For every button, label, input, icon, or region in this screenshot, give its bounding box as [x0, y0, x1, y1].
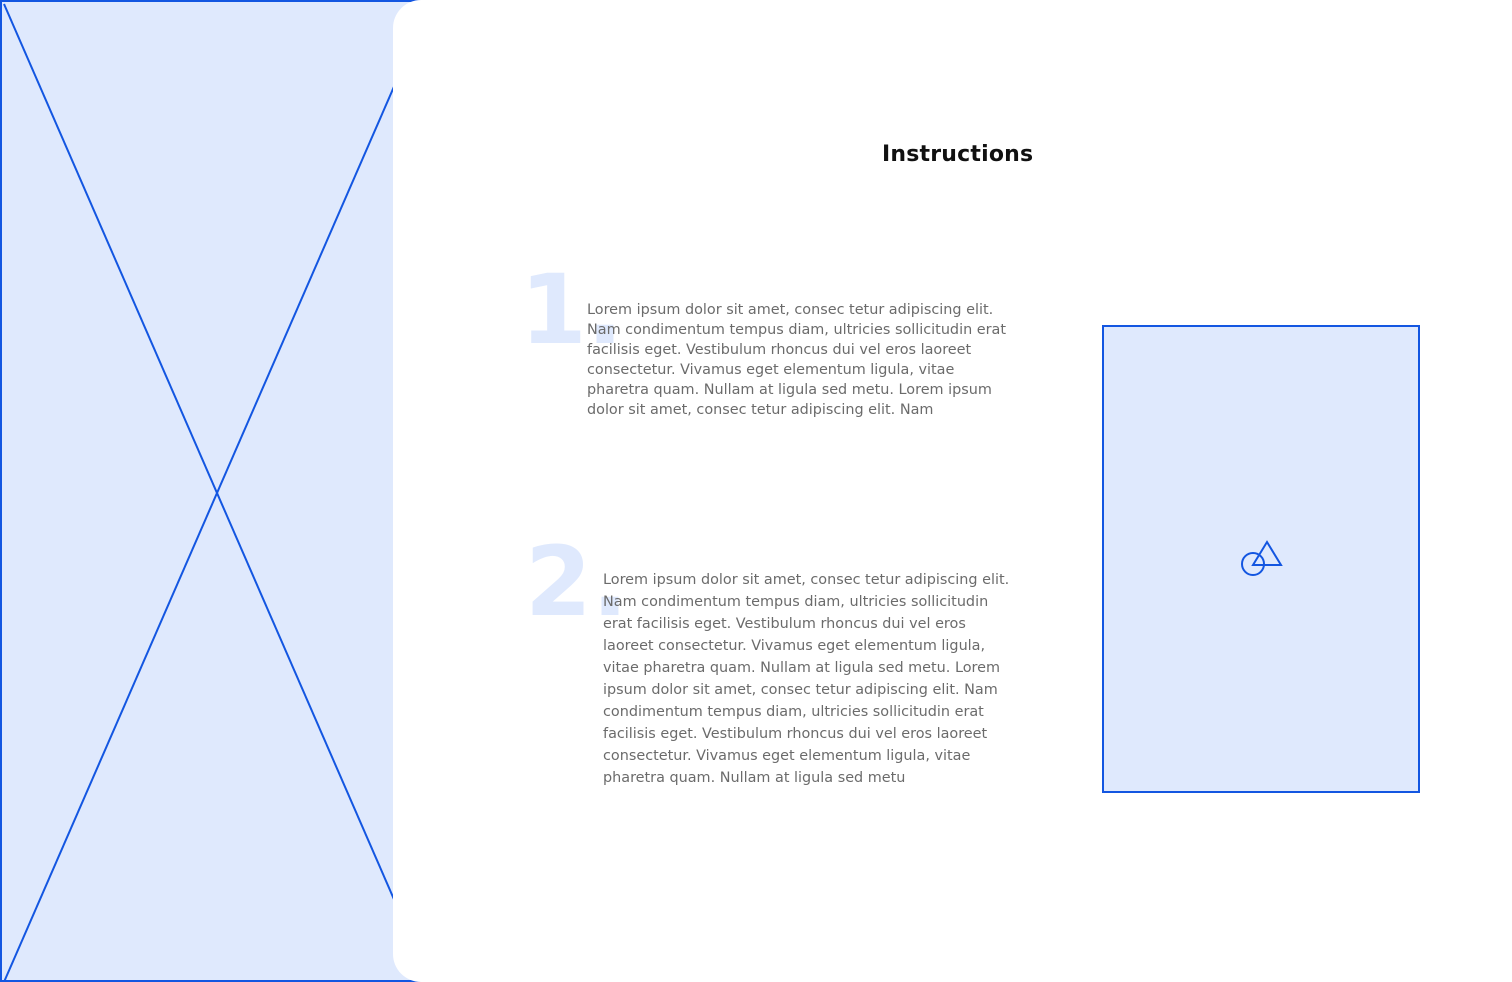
- page-title: Instructions: [882, 142, 1034, 167]
- image-placeholder-icon: [1241, 540, 1283, 576]
- step-text-1: Lorem ipsum dolor sit amet, consec tetur…: [587, 302, 1006, 418]
- step-text-2: Lorem ipsum dolor sit amet, consec tetur…: [603, 572, 1010, 786]
- placeholder-cross-lines: [3, 3, 431, 982]
- hero-image-placeholder: [0, 0, 431, 982]
- instructions-page: Instructions 1. Lorem ipsum dolor sit am…: [0, 0, 1512, 982]
